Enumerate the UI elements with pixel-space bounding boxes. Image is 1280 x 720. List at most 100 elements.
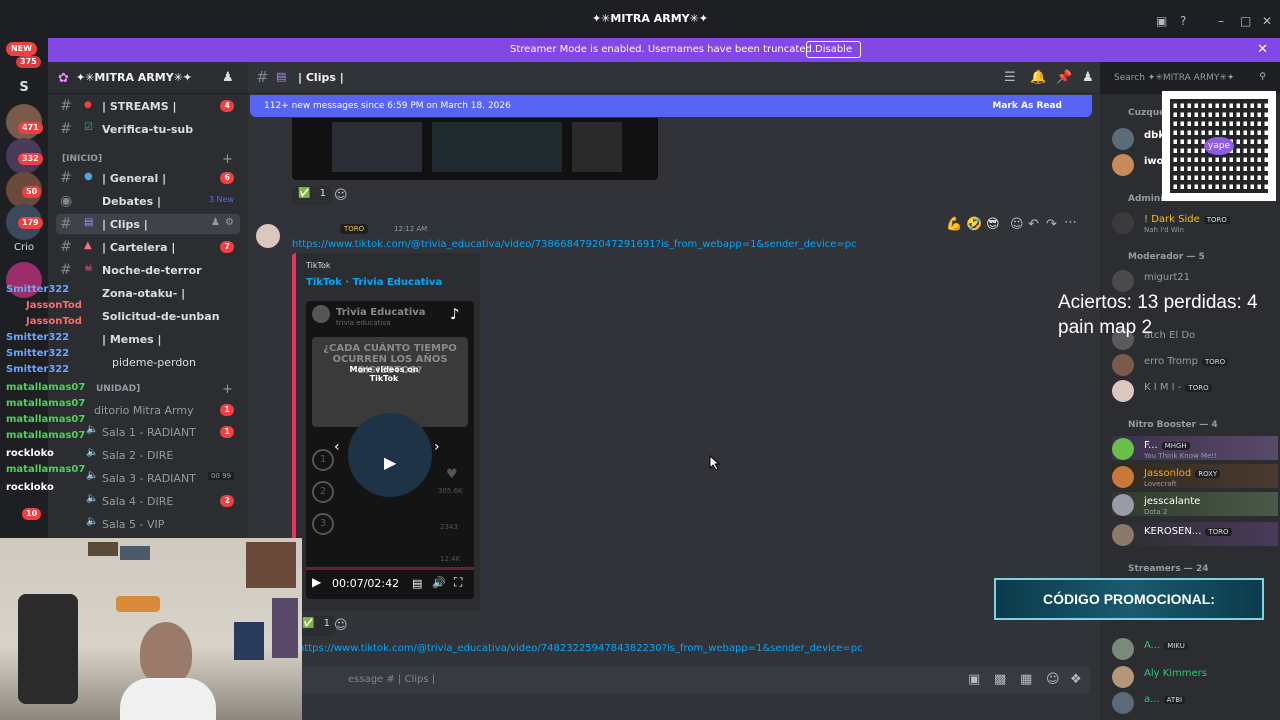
image-attachment[interactable]	[292, 118, 658, 180]
reaction-check[interactable]: ✅ 1	[296, 616, 337, 636]
stream-chat-line: matallamas07	[6, 464, 85, 475]
next-arrow-icon[interactable]: ›	[434, 439, 440, 455]
member-name: A... MIKU	[1144, 640, 1188, 651]
reaction-check[interactable]: ✅ 1	[292, 186, 333, 206]
search-input[interactable]: Search ✦✳MITRA ARMY✳✦ ⚲	[1110, 70, 1270, 88]
channel-title: | Clips |	[298, 71, 344, 84]
channel-debates[interactable]: ◉ Debates | 3 New	[56, 191, 240, 211]
sticker-icon[interactable]: ▦	[1020, 672, 1032, 687]
close-icon[interactable]: ✕	[1257, 42, 1268, 57]
prev-arrow-icon[interactable]: ‹	[334, 439, 340, 455]
fullscreen-icon[interactable]: ⛶	[454, 575, 462, 590]
reaction-emoji-icon[interactable]: 😎	[986, 217, 1000, 232]
channel-clips[interactable]: # ▤ | Clips | ♟ ⚙	[56, 214, 240, 234]
add-reaction-icon[interactable]: ☺	[334, 618, 348, 633]
inbox-icon[interactable]: ▣	[1156, 14, 1167, 28]
new-messages-bar[interactable]: 112+ new messages since 6:59 PM on March…	[250, 95, 1092, 117]
member-item[interactable]: migurt21	[1112, 268, 1278, 292]
member-status: Dota 2	[1144, 508, 1168, 516]
mute-icon[interactable]: 🔔	[1030, 70, 1046, 85]
apps-icon[interactable]: ❖	[1070, 672, 1082, 687]
channel-verifica[interactable]: # ☑ Verifica-tu-sub	[56, 119, 240, 139]
member-item[interactable]: Jassonlod ROXY Lovecraft	[1112, 464, 1278, 488]
gear-icon[interactable]: ⚙	[225, 217, 234, 228]
check-icon: ☑	[84, 122, 93, 133]
message-link[interactable]: https://www.tiktok.com/@trivia_educativa…	[298, 643, 863, 654]
server-badge: 50	[22, 186, 42, 198]
reaction-muscle-icon[interactable]: 💪	[946, 217, 962, 232]
member-item[interactable]: KEROSEN... TORO	[1112, 522, 1278, 546]
message-link[interactable]: https://www.tiktok.com/@trivia_educativa…	[292, 239, 857, 250]
mark-as-read-button[interactable]: Mark As Read	[992, 101, 1062, 111]
member-item[interactable]: F... MHGH You Think Know Me!!	[1112, 436, 1278, 460]
reaction-laugh-icon[interactable]: 🤣	[966, 217, 982, 232]
captions-icon[interactable]: ▤	[412, 577, 422, 590]
member-tag: ROXY	[1195, 470, 1221, 478]
embed-title[interactable]: TikTok · Trivia Educativa	[306, 277, 442, 288]
webcam-overlay	[0, 538, 302, 720]
chat-username: Smitter322	[6, 332, 70, 343]
gif-icon[interactable]: ▩	[994, 672, 1006, 687]
help-icon[interactable]: ?	[1180, 14, 1186, 28]
member-tag: TORO	[1202, 358, 1229, 366]
add-channel-icon[interactable]: +	[222, 152, 233, 167]
emoji-icon[interactable]: ☺	[1046, 672, 1060, 687]
video-player[interactable]: Trivia Educativa trivia educativa ♪ ¿CAD…	[306, 301, 474, 599]
server-s[interactable]: S	[6, 70, 42, 106]
member-name: K I M I - TORO	[1144, 382, 1212, 393]
yape-logo: yape	[1204, 137, 1235, 155]
category-inicio[interactable]: [INICIO]	[62, 154, 102, 164]
channel-cartelera[interactable]: # ▲ | Cartelera | 7	[56, 237, 240, 257]
message-composer[interactable]: essage # | Clips | ▣ ▩ ▦ ☺ ❖	[300, 666, 1090, 694]
server-badge: 471	[18, 122, 43, 134]
members-icon[interactable]: ♟	[1082, 70, 1094, 85]
member-item[interactable]: a... ATBI	[1112, 690, 1278, 714]
add-member-icon[interactable]: ♟	[222, 70, 234, 85]
red-dot-icon: ●	[84, 100, 92, 110]
reply-icon[interactable]: ↶	[1028, 217, 1039, 232]
channel-general[interactable]: # ● | General | 6	[56, 168, 240, 188]
more-videos-label[interactable]: More videos on TikTok	[342, 365, 426, 383]
more-icon[interactable]: ⋯	[1064, 215, 1077, 230]
chat-username: matallamas07	[6, 430, 86, 441]
chair	[18, 594, 78, 704]
title-bar: ✦✳MITRA ARMY✳✦ ▣ ? – □ ✕	[0, 0, 1280, 38]
volume-icon[interactable]: 🔊	[432, 576, 446, 589]
invite-icon[interactable]: ♟	[211, 217, 220, 228]
channel-label: Debates |	[102, 195, 162, 208]
stream-chat-line: matallamas07	[6, 430, 85, 441]
maximize-icon[interactable]: □	[1240, 14, 1251, 28]
close-window-icon[interactable]: ✕	[1262, 14, 1272, 28]
message-timestamp: 12:12 AM	[394, 225, 428, 233]
add-reaction-icon[interactable]: ☺	[334, 188, 348, 203]
channel-noche-de-terror[interactable]: # ☠ Noche-de-terror	[56, 260, 240, 280]
hash-icon: #	[60, 216, 72, 232]
play-icon[interactable]: ▶	[312, 575, 321, 589]
pin-icon[interactable]: 📌	[1056, 70, 1072, 85]
member-item[interactable]: K I M I - TORO	[1112, 378, 1278, 402]
member-name: erro Tromp TORO	[1144, 356, 1229, 367]
forward-icon[interactable]: ↷	[1046, 217, 1057, 232]
member-tag: MIKU	[1164, 642, 1188, 650]
video-channel-title: Trivia Educativa	[336, 307, 426, 318]
member-item[interactable]: jesscalante Dota 2	[1112, 492, 1278, 516]
voice-sala-5[interactable]: 🔈 Sala 5 - VIP	[56, 514, 240, 534]
disable-button[interactable]: Disable	[806, 41, 862, 58]
guild-header[interactable]: ✿ ✦✳MITRA ARMY✳✦ ⌄ ♟	[48, 62, 248, 94]
speaker-icon: 🔈	[86, 516, 99, 527]
member-item[interactable]: Aly Kimmers	[1112, 664, 1278, 688]
minimize-icon[interactable]: –	[1218, 14, 1224, 28]
message-toolbar: 💪 🤣 😎 ☺ ↶ ↷ ⋯	[940, 214, 1078, 236]
threads-icon[interactable]: ☰	[1004, 70, 1016, 85]
add-reaction-icon[interactable]: ☺	[1010, 217, 1024, 232]
hash-icon: #	[256, 68, 269, 86]
gift-icon[interactable]: ▣	[968, 672, 980, 687]
channel-streams[interactable]: # ● | STREAMS | 4	[56, 96, 240, 116]
avatar[interactable]	[256, 224, 280, 248]
server-crio[interactable]: Crio	[6, 230, 42, 266]
member-item[interactable]: ! Dark Side TORO Nah I'd Win	[1112, 210, 1278, 234]
play-icon[interactable]: ▶	[384, 453, 396, 472]
progress-track[interactable]	[306, 567, 474, 570]
member-item[interactable]: erro Tromp TORO	[1112, 352, 1278, 376]
member-item[interactable]: A... MIKU	[1112, 636, 1278, 660]
